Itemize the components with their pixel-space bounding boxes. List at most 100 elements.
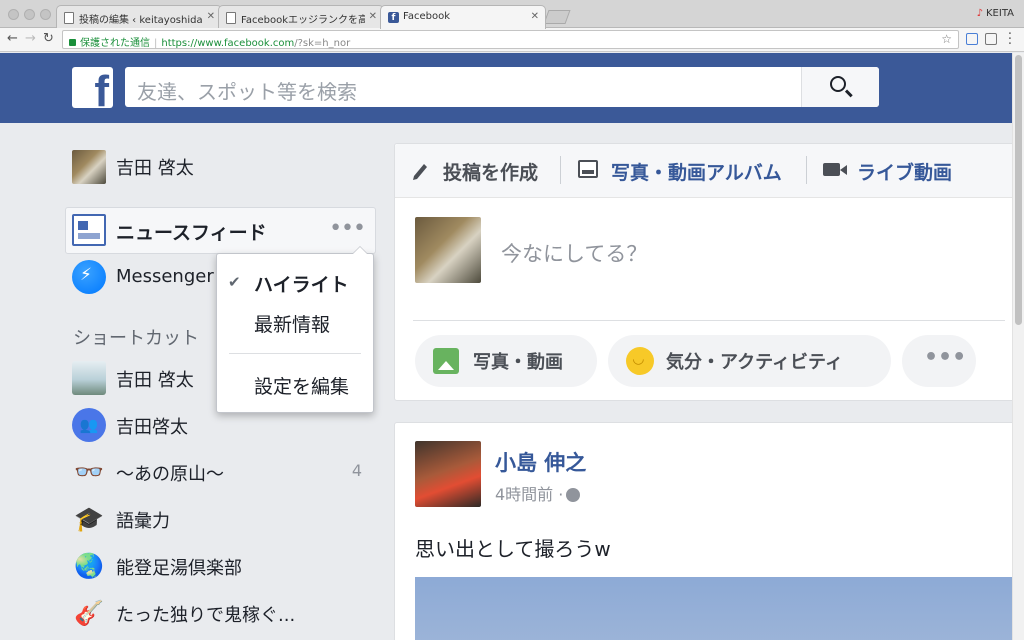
security-label: 保護された通信	[80, 38, 150, 49]
post-author-avatar[interactable]	[415, 441, 481, 507]
browser-tab[interactable]: Facebookエッジランクを高める ✕	[218, 5, 384, 29]
shortcut-item[interactable]: 👓 〜あの原山〜 4	[72, 455, 372, 491]
public-globe-icon[interactable]	[566, 488, 581, 502]
sidebar-item-messenger[interactable]: Messenger	[116, 266, 214, 287]
photo-video-button[interactable]: 写真・動画	[415, 335, 597, 387]
page-icon	[64, 12, 74, 24]
post-meta: 4時間前 ·	[495, 481, 581, 505]
address-bar[interactable]: 保護された通信 | https://www.facebook.com/?sk=h_n…	[62, 30, 959, 49]
page-icon	[226, 12, 236, 24]
newsfeed-icon	[72, 214, 106, 246]
search-placeholder: 友達、スポット等を検索	[137, 80, 357, 104]
tab-close-icon[interactable]: ✕	[369, 11, 377, 22]
new-tab-button[interactable]	[543, 10, 571, 24]
back-arrow-icon[interactable]: ←	[7, 31, 18, 46]
checkmark-icon: ✔	[228, 273, 241, 291]
notification-count: 4	[351, 461, 362, 480]
photo-album-icon	[578, 160, 598, 178]
shortcut-label: 語彙力	[116, 511, 170, 532]
browser-tab[interactable]: 投稿の編集 ‹ keitayoshida.com ✕	[56, 5, 222, 29]
newsfeed-label: ニュースフィード	[116, 222, 267, 244]
facebook-logo[interactable]: f	[72, 67, 113, 108]
tab-create-post[interactable]: 投稿を作成	[443, 158, 538, 185]
video-camera-icon	[823, 163, 847, 176]
shortcut-item[interactable]: 🎓 語彙力	[72, 502, 372, 538]
window-close-button[interactable]	[8, 9, 19, 20]
page-scrollbar[interactable]	[1012, 53, 1024, 640]
window-minimize-button[interactable]	[24, 9, 35, 20]
logo-letter: f	[94, 67, 109, 109]
graduation-cap-icon: 🎓	[74, 505, 104, 533]
facebook-header: f 友達、スポット等を検索	[0, 53, 1024, 123]
tab-title: Facebook	[403, 11, 450, 22]
shortcut-label: 吉田 啓太	[116, 370, 194, 391]
composer-divider	[413, 320, 1005, 321]
smiley-icon	[626, 347, 654, 375]
feeling-activity-button[interactable]: 気分・アクティビティ	[608, 335, 891, 387]
more-actions-button[interactable]: •••	[902, 335, 976, 387]
shortcut-item[interactable]: 🌏 能登足湯倶楽部	[72, 549, 372, 585]
reload-icon[interactable]: ↻	[43, 31, 54, 46]
window-zoom-button[interactable]	[40, 9, 51, 20]
more-options-icon[interactable]: •••	[329, 216, 366, 241]
photo-icon	[433, 348, 459, 374]
browser-profile[interactable]: ♪ KEITA	[977, 8, 1014, 19]
shortcut-label: 吉田啓太	[116, 417, 188, 438]
url-host: https://www.facebook.com	[161, 38, 295, 49]
facebook-favicon-icon: f	[388, 12, 399, 23]
menu-divider	[229, 353, 361, 354]
shortcut-item[interactable]: 👥 吉田啓太	[72, 408, 372, 444]
post-timestamp[interactable]: 4時間前 ·	[495, 485, 563, 504]
globe-icon: 🌏	[74, 552, 104, 580]
group-icon: 👥	[72, 408, 106, 442]
search-button[interactable]	[801, 67, 879, 107]
post-author-name[interactable]: 小島 伸之	[495, 447, 586, 477]
sidebar-item-newsfeed[interactable]: ニュースフィード •••	[65, 207, 376, 254]
tab-photo-album[interactable]: 写真・動画アルバム	[611, 158, 782, 185]
menu-item-label: 最新情報	[254, 314, 331, 336]
browser-menu-icon[interactable]: · · ·	[1008, 28, 1012, 51]
tab-separator	[560, 156, 561, 184]
camera-extension-icon[interactable]	[985, 33, 997, 45]
status-input[interactable]: 今なにしてる？	[501, 238, 647, 268]
tab-close-icon[interactable]: ✕	[531, 11, 539, 22]
shortcuts-heading: ショートカット	[73, 328, 199, 349]
bookmark-star-icon[interactable]: ☆	[941, 32, 952, 46]
search-icon	[830, 76, 846, 92]
composer-avatar	[415, 217, 481, 283]
extension-icon[interactable]	[966, 33, 978, 45]
browser-tab-active[interactable]: f Facebook ✕	[380, 5, 546, 29]
button-label: 気分・アクティビティ	[666, 352, 843, 373]
user-avatar[interactable]	[72, 150, 106, 184]
post-photo[interactable]	[415, 577, 1015, 640]
more-icon: •••	[924, 345, 967, 370]
tab-title: Facebookエッジランクを高める	[241, 15, 365, 26]
url-path: /?sk=h_nor	[294, 38, 351, 49]
tab-title: 投稿の編集 ‹ keitayoshida.com	[79, 15, 203, 26]
shortcut-item[interactable]: 🎸 たった独りで鬼稼ぐ...	[72, 596, 372, 632]
browser-toolbar: ← → ↻ 保護された通信 | https://www.facebook.com/?…	[0, 28, 1024, 52]
scrollbar-thumb[interactable]	[1015, 55, 1022, 325]
guitar-icon: 🎸	[74, 599, 104, 627]
profile-name: KEITA	[986, 8, 1014, 19]
feed-post: 小島 伸之 4時間前 · 思い出として撮ろうw	[394, 422, 1024, 640]
search-box[interactable]: 友達、スポット等を検索	[125, 67, 879, 107]
menu-item-label: ハイライト	[254, 274, 349, 296]
browser-tab-bar: 投稿の編集 ‹ keitayoshida.com ✕ Facebookエッジラン…	[0, 0, 1024, 29]
post-text: 思い出として撮ろうw	[415, 537, 611, 561]
newsfeed-sort-menu: ✔ ハイライト 最新情報 設定を編集	[216, 246, 374, 413]
composer-tabs: 投稿を作成 写真・動画アルバム ライブ動画	[395, 144, 1023, 198]
address-separator: |	[154, 38, 158, 49]
shortcut-label: たった独りで鬼稼ぐ...	[116, 605, 296, 626]
messenger-icon[interactable]	[72, 260, 106, 294]
profile-icon: ♪	[976, 8, 983, 19]
menu-item-label: 設定を編集	[254, 376, 350, 398]
tab-live-video[interactable]: ライブ動画	[857, 158, 952, 185]
sidebar-user-name[interactable]: 吉田 啓太	[116, 154, 194, 180]
tab-close-icon[interactable]: ✕	[207, 11, 215, 22]
tab-separator	[806, 156, 807, 184]
lock-icon	[69, 39, 76, 46]
button-label: 写真・動画	[473, 352, 563, 373]
forward-arrow-icon[interactable]: →	[25, 31, 36, 46]
post-composer: 投稿を作成 写真・動画アルバム ライブ動画 今なにしてる？ 写真・動画 気分・ア…	[394, 143, 1024, 401]
